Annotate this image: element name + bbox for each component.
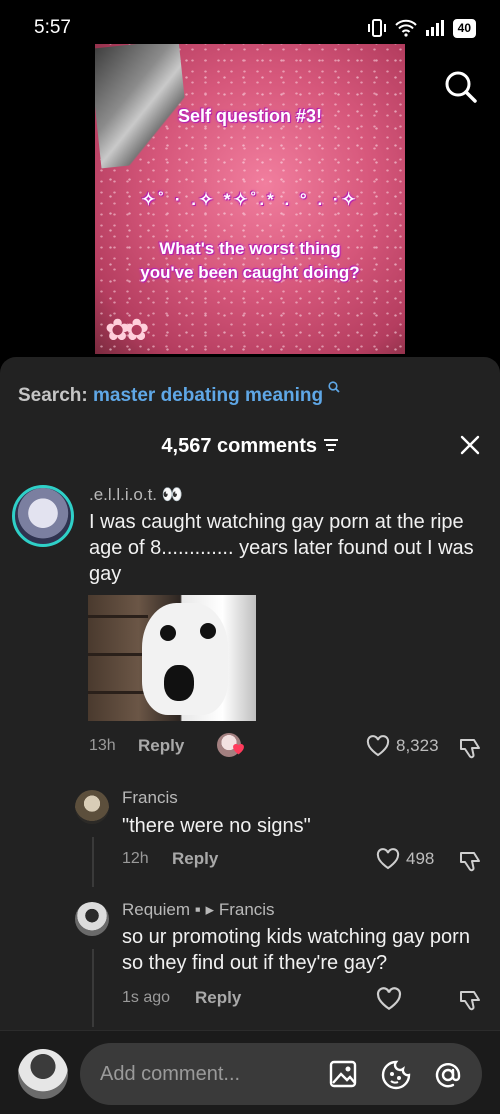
like-count: 8,323 [396, 736, 439, 755]
comments-count-header[interactable]: 4,567 comments [0, 435, 500, 458]
heart-icon[interactable] [376, 987, 402, 1011]
flower-sticker: ✿✿ [105, 314, 149, 347]
comment-input-box[interactable] [80, 1043, 482, 1105]
vibrate-icon [367, 19, 386, 37]
comments-panel: Search: master debating meaning 4,567 co… [0, 357, 500, 1114]
video-player[interactable]: Self question #3! ✧˚ · .✧ *✧˚.* . ° . ·✧… [95, 44, 405, 354]
reply-text: so ur promoting kids watching gay porn s… [122, 926, 470, 974]
like-button[interactable]: 498 [376, 848, 434, 870]
sort-icon[interactable] [323, 438, 339, 452]
search-query-link[interactable]: master debating meaning [93, 385, 323, 406]
close-icon[interactable] [460, 435, 480, 455]
reply-button[interactable]: Reply [172, 849, 218, 869]
dislike-icon[interactable] [458, 988, 482, 1012]
comment-timestamp: 13h [89, 737, 116, 754]
mention-icon[interactable] [432, 1059, 464, 1091]
reply-timestamp: 1s ago [122, 989, 171, 1006]
search-small-icon [328, 381, 341, 393]
comment-composer [0, 1030, 500, 1114]
comment-text: I was caught watching gay porn at the ri… [89, 511, 474, 585]
reply-author[interactable]: Francis [122, 788, 178, 808]
search-suggestion[interactable]: Search: master debating meaning [18, 381, 341, 407]
like-button[interactable]: 8,323 [366, 735, 439, 757]
dislike-icon[interactable] [458, 849, 482, 873]
reply-author-line[interactable]: Requiem ▪ ▸ Francis [122, 900, 275, 920]
battery-icon: 40 [452, 18, 476, 38]
reply-button[interactable]: Reply [138, 736, 184, 756]
avatar[interactable] [75, 790, 109, 824]
reply-author: Requiem [122, 900, 191, 919]
signal-icon [425, 20, 444, 36]
search-label: Search: [18, 385, 88, 406]
heart-icon [366, 735, 390, 757]
dislike-icon[interactable] [458, 736, 482, 760]
video-caption-decoration: ✧˚ · .✧ *✧˚.* . ° . ·✧ [141, 190, 359, 209]
my-avatar[interactable] [18, 1049, 68, 1099]
like-count: 498 [406, 849, 435, 868]
reply-text: "there were no signs" [122, 815, 311, 837]
avatar[interactable] [12, 485, 74, 547]
status-time: 5:57 [34, 17, 71, 38]
comment-gif[interactable] [88, 595, 256, 721]
avatar[interactable] [75, 902, 109, 936]
heart-badge-icon [233, 743, 244, 755]
emoji-icon[interactable] [380, 1059, 412, 1091]
reply-button[interactable]: Reply [195, 988, 241, 1008]
comment-input[interactable] [100, 1043, 320, 1105]
reply-to-author: Francis [218, 900, 275, 919]
comment-author[interactable]: .e.l.l.i.o.t. 👀 [89, 485, 183, 505]
video-caption-title: Self question #3! [177, 106, 323, 126]
status-icons: 40 [367, 18, 476, 38]
heart-icon [376, 848, 400, 870]
author-badge-icon: ▪ ▸ [194, 900, 215, 919]
wifi-icon [394, 19, 417, 37]
video-caption-question: What's the worst thing you've been caugh… [140, 239, 360, 282]
search-icon[interactable] [444, 70, 478, 104]
image-icon[interactable] [328, 1059, 358, 1089]
reply-timestamp: 12h [122, 850, 149, 867]
